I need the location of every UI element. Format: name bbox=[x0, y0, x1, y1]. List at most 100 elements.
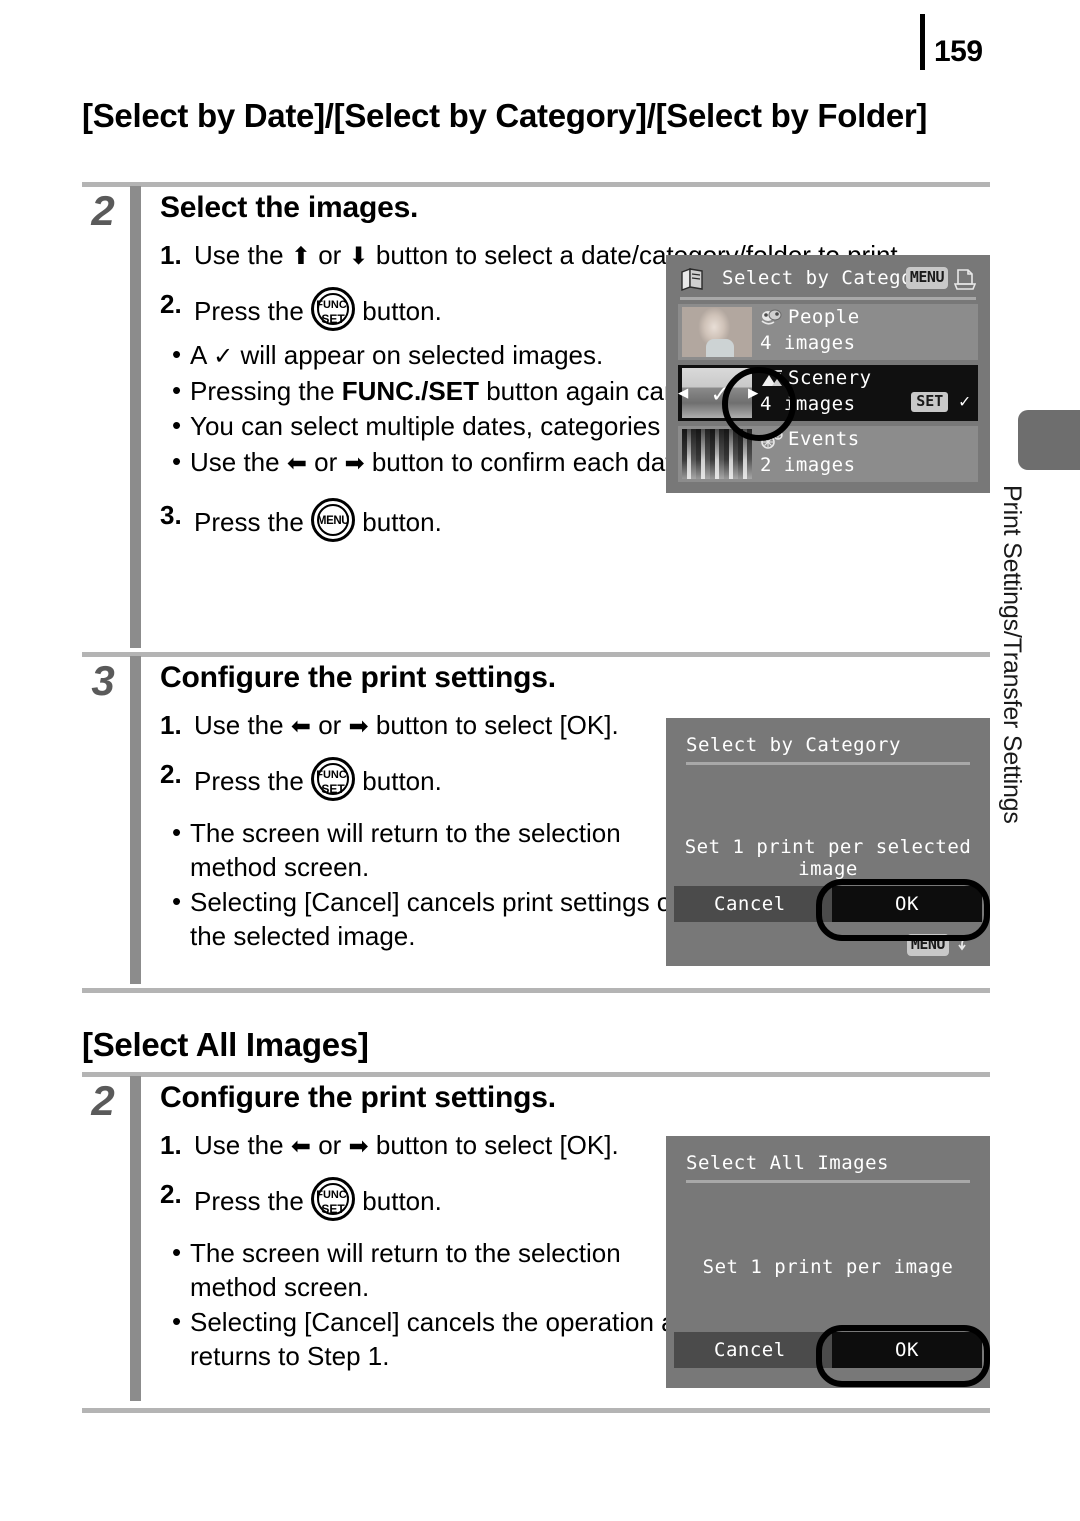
bullet-item: • Selecting [Cancel] cancels the operatio… bbox=[160, 1306, 710, 1374]
bullet-text: Selecting [Cancel] cancels print setting… bbox=[190, 887, 679, 952]
step-body: Configure the print settings. 1. Use the … bbox=[160, 660, 710, 956]
substep-text-before: Use the bbox=[194, 1130, 284, 1160]
bullet-dot: • bbox=[172, 338, 182, 369]
right-arrow-icon: ➡ bbox=[344, 450, 365, 478]
callout-oval-ok-button-1 bbox=[816, 879, 990, 941]
func-set-button-icon: FUNC. SET bbox=[311, 286, 356, 331]
func-set-button-icon: FUNC. SET bbox=[311, 1176, 356, 1221]
set-badge: SET bbox=[911, 392, 949, 412]
substep-marker: 2. bbox=[160, 758, 182, 789]
bullet-dot: • bbox=[172, 446, 182, 477]
rule-below-step-3 bbox=[82, 988, 990, 993]
lcd-screen-select-by-category-list: Select by Category MENU People 4 images … bbox=[666, 255, 990, 493]
substep-text-before: Use the bbox=[194, 710, 284, 740]
up-arrow-icon: ⬆ bbox=[290, 243, 311, 270]
right-arrow-icon: ➡ bbox=[348, 1133, 369, 1160]
func-set-bottom-label: SET bbox=[321, 1201, 345, 1216]
category-name: People bbox=[788, 306, 860, 328]
thumbnail-people bbox=[682, 307, 752, 357]
dialog-title-underline bbox=[686, 1180, 970, 1183]
cancel-button[interactable]: Cancel bbox=[714, 1339, 786, 1361]
category-book-icon bbox=[681, 268, 703, 292]
section-heading-select-by-date-category-folder: [Select by Date]/[Select by Category]/[S… bbox=[82, 97, 928, 134]
check-icon: ✓ bbox=[213, 342, 234, 370]
substep-text-after: button. bbox=[362, 507, 442, 538]
func-set-bottom-label: SET bbox=[321, 781, 345, 796]
page-number-rule bbox=[920, 14, 925, 70]
step-title: Select the images. bbox=[160, 191, 419, 224]
left-arrow-icon: ⬅ bbox=[290, 713, 311, 740]
lcd-title-underline bbox=[680, 297, 976, 300]
bullet-item: • The screen will return to the selection… bbox=[160, 1237, 710, 1305]
bullet-text: A ✓ will appear on selected images. bbox=[190, 339, 604, 370]
rule-above-step-3 bbox=[82, 652, 990, 657]
dialog-title: Select All Images bbox=[686, 1152, 889, 1174]
menu-button-icon: MENU bbox=[311, 498, 356, 543]
step-number: 3 bbox=[91, 657, 115, 704]
step-body: Configure the print settings. 1. Use the … bbox=[160, 1080, 710, 1376]
bullet-dot: • bbox=[172, 374, 182, 405]
category-name: Scenery bbox=[788, 367, 872, 389]
substep-marker: 3. bbox=[160, 500, 182, 531]
func-set-top-label: FUNC. bbox=[316, 768, 350, 781]
left-arrow-icon: ⬅ bbox=[286, 450, 307, 478]
right-arrow-icon: ➡ bbox=[348, 713, 369, 740]
substep-text-after: button to select [OK]. bbox=[375, 1130, 619, 1160]
substep-marker: 2. bbox=[160, 288, 182, 319]
substep-text-before: Press the bbox=[194, 765, 304, 796]
page-number: 159 bbox=[934, 35, 983, 68]
rule-above-step-2-section-2 bbox=[82, 1072, 990, 1077]
lcd-title: Select by Category bbox=[722, 267, 937, 289]
substep-marker: 1. bbox=[160, 710, 182, 740]
substep-text-before: Use the bbox=[194, 240, 284, 270]
left-arrow-icon: ⬅ bbox=[290, 1133, 311, 1160]
down-arrow-icon: ⬇ bbox=[348, 243, 369, 270]
category-row-events[interactable]: Events 2 images bbox=[678, 426, 978, 482]
side-tab-label: Print Settings/Transfer Settings bbox=[998, 485, 1026, 824]
page-number-area: 159 bbox=[920, 14, 1040, 76]
substep-text-before: Press the bbox=[194, 507, 304, 538]
menu-label: MENU bbox=[316, 515, 350, 528]
left-caret-icon[interactable]: ◀ bbox=[678, 385, 688, 402]
step-title: Configure the print settings. bbox=[160, 1081, 556, 1114]
lcd-topbar: Select by Category MENU bbox=[678, 265, 978, 300]
dialog-message: Set 1 print per image bbox=[702, 1256, 954, 1278]
section-heading-select-all-images: [Select All Images] bbox=[82, 1026, 369, 1063]
func-set-emphasis: FUNC./SET bbox=[341, 375, 479, 406]
bullet-dot: • bbox=[172, 1306, 182, 1337]
bullet-dot: • bbox=[172, 410, 182, 441]
step-bar bbox=[130, 656, 141, 984]
category-count: 2 images bbox=[760, 454, 856, 476]
print-page-icon bbox=[954, 269, 976, 290]
cancel-button[interactable]: Cancel bbox=[714, 893, 786, 915]
substep-1: 1. Use the ⬅ or ➡ button to select [OK]. bbox=[160, 708, 710, 743]
dialog-message: Set 1 print per selected image bbox=[684, 836, 972, 880]
category-count: 4 images bbox=[760, 332, 856, 354]
bullet-item: • The screen will return to the selection… bbox=[160, 817, 710, 885]
side-tab-marker bbox=[1018, 410, 1080, 470]
substep-text-after: button. bbox=[362, 1185, 442, 1216]
bullet-dot: • bbox=[172, 1236, 182, 1267]
dialog-title-underline bbox=[686, 762, 970, 765]
substep-text-after: button to select [OK]. bbox=[375, 710, 619, 740]
set-confirm-indicator: SET ✓ bbox=[911, 391, 970, 412]
substep-1: 1. Use the ⬅ or ➡ button to select [OK]. bbox=[160, 1128, 710, 1163]
substep-marker: 1. bbox=[160, 240, 182, 270]
callout-oval-ok-button-2 bbox=[816, 1325, 990, 1387]
rule-above-step-2 bbox=[82, 182, 990, 187]
bullet-text: Selecting [Cancel] cancels the operation… bbox=[190, 1307, 705, 1372]
step-bar bbox=[130, 1076, 141, 1401]
check-icon: ✓ bbox=[959, 391, 970, 412]
substep-2: 2. Press the FUNC. SET button. bbox=[160, 756, 710, 801]
step-number: 2 bbox=[91, 187, 115, 234]
bullet-dot: • bbox=[172, 886, 182, 917]
category-row-people[interactable]: People 4 images bbox=[678, 304, 978, 360]
substep-text-middle: or bbox=[318, 710, 342, 740]
substep-text-after: button. bbox=[362, 295, 442, 326]
substep-text-after: button. bbox=[362, 765, 442, 796]
dialog-title: Select by Category bbox=[686, 734, 901, 756]
substep-text-middle: or bbox=[318, 240, 342, 270]
substep-2: 2. Press the FUNC. SET button. bbox=[160, 1176, 710, 1221]
substep-marker: 1. bbox=[160, 1130, 182, 1160]
category-name: Events bbox=[788, 428, 860, 450]
